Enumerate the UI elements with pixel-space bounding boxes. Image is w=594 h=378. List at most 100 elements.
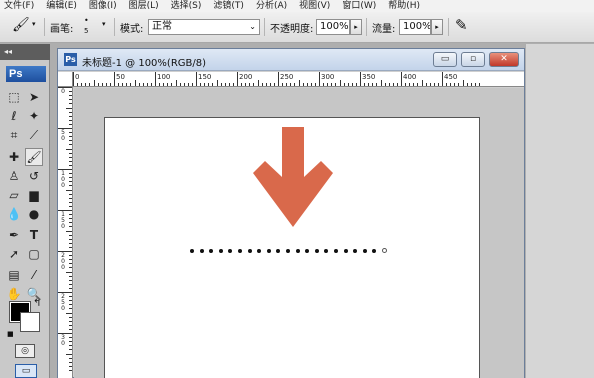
- ruler-label: 50: [116, 73, 125, 81]
- ruler-tick: [187, 83, 189, 86]
- ruler-tick: [69, 234, 72, 236]
- ruler-tick: [118, 83, 120, 86]
- airbrush-icon[interactable]: ✎: [455, 16, 468, 34]
- document-title-bar[interactable]: Ps 未标题-1 @ 100%(RGB/8) ▭ ▫ ✕: [58, 49, 524, 71]
- ruler-label: 450: [444, 73, 458, 81]
- ruler-tick: [462, 80, 464, 86]
- ruler-tick: [69, 267, 72, 269]
- brush-picker-dropdown-icon[interactable]: ▾: [102, 20, 106, 28]
- ruler-tick: [368, 83, 370, 86]
- ruler-tick: [69, 197, 72, 199]
- eraser-tool-icon[interactable]: ▱: [5, 186, 23, 204]
- ruler-origin[interactable]: [58, 72, 73, 87]
- ruler-tick: [69, 320, 72, 322]
- lasso-tool-icon[interactable]: ℓ: [5, 107, 23, 125]
- brush-size[interactable]: 5: [84, 27, 88, 35]
- ruler-tick: [105, 83, 107, 86]
- magic-wand-tool-icon[interactable]: ✦: [25, 107, 43, 125]
- ruler-tick: [130, 83, 132, 86]
- blur-tool-icon[interactable]: 💧: [5, 205, 23, 223]
- crop-tool-icon[interactable]: ⌗: [5, 126, 23, 144]
- menu-window[interactable]: 窗口(W): [342, 0, 376, 12]
- background-color-swatch[interactable]: [20, 312, 40, 332]
- ruler-tick: [69, 300, 72, 302]
- move-tool-icon[interactable]: ➤: [25, 88, 43, 106]
- eyedropper-tool-icon[interactable]: ⁄: [25, 266, 43, 284]
- menu-file[interactable]: 文件(F): [4, 0, 34, 12]
- mode-select[interactable]: 正常 ⌄: [148, 19, 260, 35]
- dodge-tool-icon[interactable]: ●: [25, 205, 43, 223]
- menu-image[interactable]: 图像(I): [89, 0, 117, 12]
- menu-layer[interactable]: 图层(L): [129, 0, 159, 12]
- ruler-label: 250: [61, 293, 65, 312]
- ruler-tick: [58, 251, 72, 252]
- ruler-tick: [196, 72, 197, 86]
- horizontal-ruler[interactable]: 0 50 100 150 200 250 300 350 400 450: [73, 72, 524, 87]
- close-button[interactable]: ✕: [489, 52, 519, 67]
- notes-tool-icon[interactable]: ▤: [5, 266, 23, 284]
- ruler-tick: [327, 83, 329, 86]
- shape-tool-icon[interactable]: ▢: [25, 245, 43, 263]
- brush-dot-icon: •: [84, 16, 89, 25]
- flow-slider-button[interactable]: ▸: [431, 19, 443, 35]
- ruler-tick: [69, 242, 72, 244]
- toolbox-collapse[interactable]: ◂◂: [0, 44, 50, 60]
- ruler-tick: [69, 218, 72, 220]
- ps-logo[interactable]: Ps: [6, 66, 46, 82]
- ruler-tick: [66, 148, 72, 150]
- ruler-tick: [232, 83, 234, 86]
- preset-dropdown-icon[interactable]: ▾: [32, 20, 36, 28]
- menu-view[interactable]: 视图(V): [299, 0, 330, 12]
- menu-analysis[interactable]: 分析(A): [256, 0, 287, 12]
- vertical-ruler[interactable]: 0 50 100 150 200 250 30: [58, 87, 73, 378]
- default-colors-icon[interactable]: ■: [7, 330, 14, 338]
- ruler-tick: [58, 333, 72, 334]
- marquee-tool-icon[interactable]: ⬚: [5, 88, 23, 106]
- ruler-tick: [69, 156, 72, 158]
- quick-mask-icon[interactable]: ◎: [15, 344, 35, 358]
- document-canvas[interactable]: [104, 117, 480, 378]
- ruler-tick: [253, 83, 255, 86]
- ruler-tick: [73, 72, 74, 86]
- ruler-tick: [290, 83, 292, 86]
- ruler-tick: [257, 80, 259, 86]
- down-arrow-shape[interactable]: [253, 127, 333, 227]
- path-selection-tool-icon[interactable]: ➚: [5, 245, 23, 263]
- history-brush-tool-icon[interactable]: ↺: [25, 167, 43, 185]
- maximize-button[interactable]: ▫: [461, 52, 485, 67]
- ruler-tick: [69, 287, 72, 289]
- hand-tool-icon[interactable]: ✋: [5, 285, 23, 303]
- healing-brush-tool-icon[interactable]: ✚: [5, 148, 23, 166]
- menu-edit[interactable]: 编辑(E): [46, 0, 77, 12]
- type-tool-icon[interactable]: T: [25, 226, 43, 244]
- ruler-tick: [261, 83, 263, 86]
- ruler-tick: [85, 83, 87, 86]
- menu-select[interactable]: 选择(S): [171, 0, 202, 12]
- opacity-input[interactable]: 100%: [316, 19, 350, 35]
- ruler-label: 150: [61, 211, 65, 230]
- ruler-label: 250: [280, 73, 294, 81]
- mode-label: 模式:: [120, 24, 144, 35]
- ruler-tick: [66, 189, 72, 191]
- flow-input[interactable]: 100%: [399, 19, 431, 35]
- pen-tool-icon[interactable]: ✒: [5, 226, 23, 244]
- dot: [257, 249, 262, 253]
- clone-stamp-tool-icon[interactable]: ♙: [5, 167, 23, 185]
- ruler-tick: [454, 83, 456, 86]
- dot: [238, 249, 242, 253]
- ruler-tick: [372, 83, 374, 86]
- screen-mode-icon[interactable]: ▭: [15, 364, 37, 378]
- swap-colors-icon[interactable]: ↰: [33, 298, 41, 309]
- menu-filter[interactable]: 滤镜(T): [213, 0, 244, 12]
- slice-tool-icon[interactable]: ⟋: [25, 126, 43, 144]
- opacity-slider-button[interactable]: ▸: [350, 19, 362, 35]
- menu-help[interactable]: 帮助(H): [388, 0, 420, 12]
- minimize-button[interactable]: ▭: [433, 52, 457, 67]
- ruler-tick: [69, 226, 72, 228]
- ruler-tick: [69, 304, 72, 306]
- brush-tool-preset-icon[interactable]: 🖌: [12, 17, 30, 33]
- gradient-tool-icon[interactable]: ▆: [25, 186, 43, 204]
- ruler-tick: [167, 83, 169, 86]
- ruler-tick: [466, 83, 468, 86]
- brush-tool-icon[interactable]: 🖌: [25, 148, 43, 166]
